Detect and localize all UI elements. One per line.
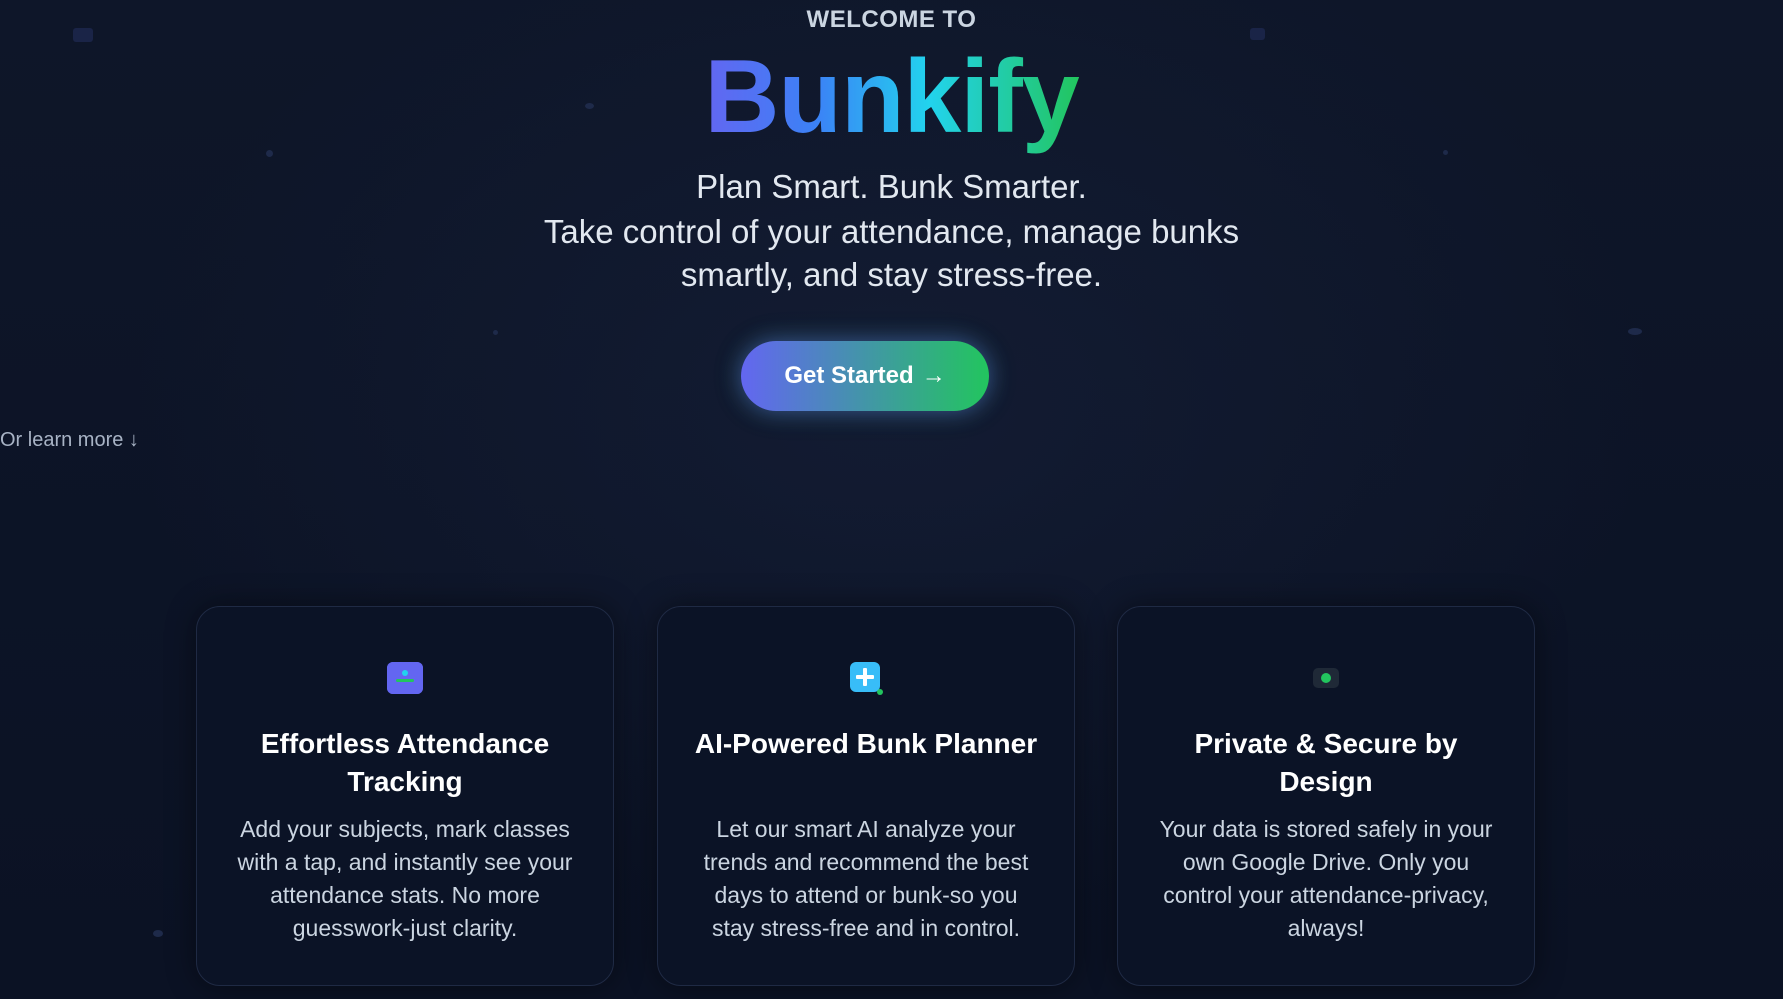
feature-description: Your data is stored safely in your own G… [1159,816,1493,941]
get-started-button[interactable]: Get Started → [741,341,989,411]
decorative-particle [493,330,498,335]
learn-more-link[interactable]: Or learn more ↓ [0,429,1783,452]
plus-sparkle-icon [848,662,884,695]
feature-description: Let our smart AI analyze your trends and… [703,816,1029,941]
user-card-icon [387,662,423,694]
feature-card-attendance: Effortless Attendance Tracking Add your … [196,606,614,986]
tagline-secondary: Take control of your attendance, manage … [543,213,1240,293]
get-started-label: Get Started [784,362,914,389]
landing-page: WELCOME TO Bunkify Plan Smart. Bunk Smar… [0,0,1783,999]
arrow-right-icon: → [921,362,946,389]
feature-title: AI-Powered Bunk Planner [694,728,1038,759]
feature-card-ai-planner: AI-Powered Bunk Planner Let our smart AI… [657,606,1075,986]
feature-card-privacy: Private & Secure by Design Your data is … [1117,606,1535,986]
decorative-particle [153,930,163,937]
brand-title: Bunkify [0,40,1783,154]
feature-title: Private & Secure by Design [1194,728,1458,797]
decorative-particle [1628,328,1642,335]
brand-name: Bunkify [704,39,1079,155]
welcome-eyebrow: WELCOME TO [806,6,977,33]
feature-description: Add your subjects, mark classes with a t… [237,816,573,941]
lock-dot-icon [1308,662,1344,694]
feature-title: Effortless Attendance Tracking [260,728,550,797]
tagline-primary: Plan Smart. Bunk Smarter. [696,168,1087,205]
